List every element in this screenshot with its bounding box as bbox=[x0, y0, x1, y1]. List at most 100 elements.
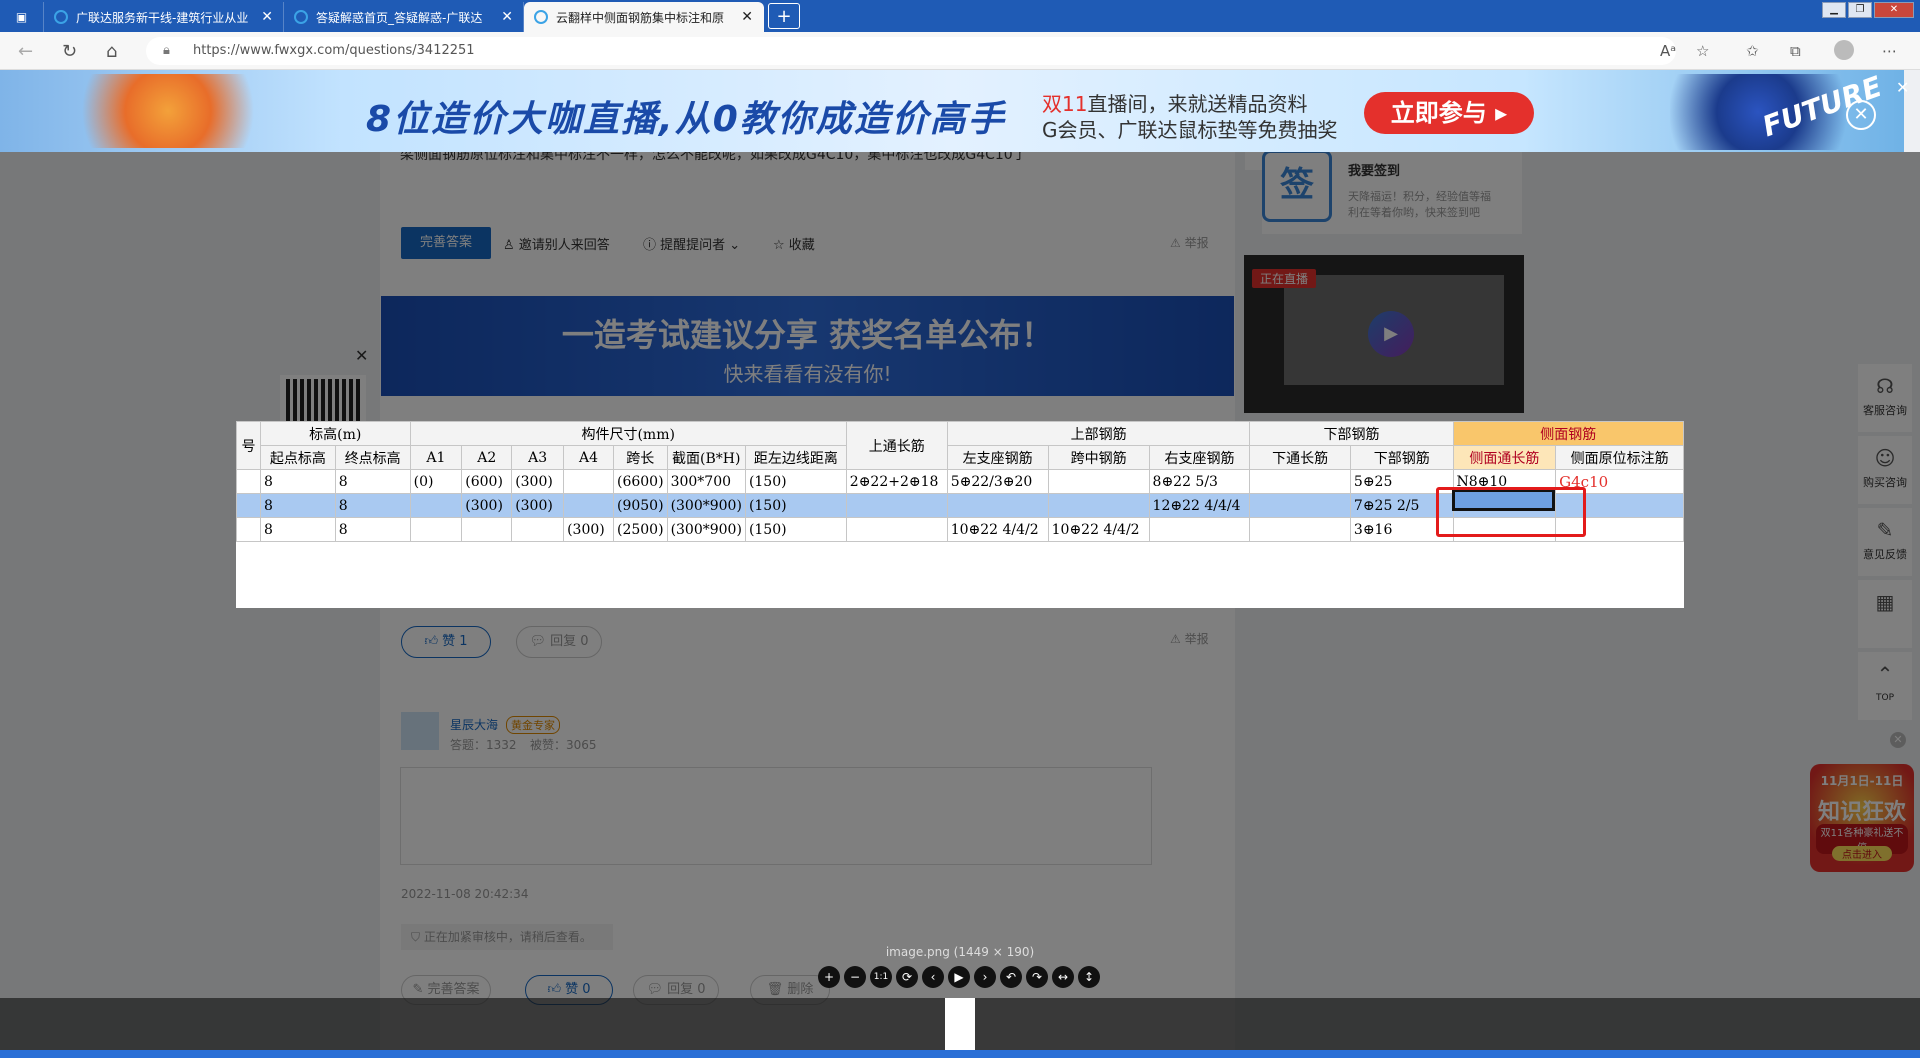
table-cell: 12⊕22 4/4/4 bbox=[1148, 493, 1251, 518]
rotate-right-icon[interactable]: ↷ bbox=[1026, 966, 1048, 988]
promo-banner[interactable]: FUTURE 8位造价大咖直播,从0教你成造价高手 双11直播间，来就送精品资料… bbox=[0, 70, 1904, 152]
table-cell: (6600) bbox=[613, 469, 668, 494]
close-icon[interactable]: ✕ bbox=[731, 9, 753, 25]
table-cell bbox=[946, 493, 1049, 518]
table-cell: (2500) bbox=[613, 517, 668, 542]
sub-header-cell: 截面(B*H) bbox=[666, 445, 746, 470]
close-icon[interactable]: ✕ bbox=[251, 9, 273, 25]
table-cell bbox=[1047, 469, 1150, 494]
tab-1[interactable]: 广联达服务新干线-建筑行业从业 ✕ bbox=[44, 2, 284, 32]
viewer-toolbar: + − 1:1 ⟳ ‹ ▶ › ↶ ↷ ↔ ↕ bbox=[818, 966, 1100, 988]
banner-illustration-left bbox=[30, 74, 260, 148]
table-cell: (0) bbox=[409, 469, 463, 494]
sub-header-cell: 距左边线距离 bbox=[744, 445, 847, 470]
new-tab-button[interactable]: + bbox=[768, 3, 800, 29]
refresh-icon[interactable]: ↻ bbox=[62, 41, 77, 62]
table-cell: (150) bbox=[744, 469, 847, 494]
zoom-in-icon[interactable]: + bbox=[818, 966, 840, 988]
table-cell: 8 bbox=[259, 517, 336, 542]
url-field[interactable]: 🔒︎ https://www.fwxgx.com/questions/34122… bbox=[146, 37, 1676, 65]
window-controls: ▁ ❐ ✕ bbox=[1822, 2, 1914, 18]
tab-actions-icon[interactable]: ▣ bbox=[0, 2, 44, 32]
table-cell: (300*900) bbox=[666, 517, 746, 542]
close-icon[interactable]: ✕ bbox=[491, 9, 513, 25]
table-cell: (9050) bbox=[613, 493, 668, 518]
table-cell: 5⊕22/3⊕20 bbox=[946, 469, 1049, 494]
image-thumbnail[interactable] bbox=[945, 998, 975, 1050]
table-cell: 8 bbox=[334, 517, 411, 542]
banner-join-button[interactable]: 立即参与 ▸ bbox=[1364, 92, 1534, 134]
home-icon[interactable]: ⌂ bbox=[106, 41, 117, 62]
site-icon bbox=[54, 10, 68, 24]
sub-header-cell: 左支座钢筋 bbox=[946, 445, 1049, 470]
table-cell bbox=[563, 469, 614, 494]
flip-vertical-icon[interactable]: ↕ bbox=[1078, 966, 1100, 988]
image-viewer[interactable]: 号 标高(m) 构件尺寸(mm) 上通长筋 上部钢筋 下部钢筋 侧面钢筋 起点标… bbox=[236, 421, 1685, 608]
table-cell: (300) bbox=[461, 493, 513, 518]
site-icon bbox=[534, 10, 548, 24]
tab-title: 云翻样中侧面钢筋集中标注和原 bbox=[556, 10, 725, 25]
table-cell: (300) bbox=[563, 517, 614, 542]
table-cell bbox=[409, 517, 463, 542]
table-cell bbox=[1249, 469, 1351, 494]
table-cell: 300*700 bbox=[666, 469, 746, 494]
header-cell: 上通长筋 bbox=[845, 421, 948, 470]
lock-icon: 🔒︎ bbox=[163, 43, 170, 58]
image-caption: image.png (1449 × 190) bbox=[885, 945, 1035, 959]
header-cell: 标高(m) bbox=[259, 421, 411, 446]
play-icon[interactable]: ▶ bbox=[948, 966, 970, 988]
table-cell: 10⊕22 4/4/2 bbox=[1047, 517, 1150, 542]
read-aloud-icon[interactable]: Aᵃ bbox=[1660, 42, 1676, 60]
minimize-button[interactable]: ▁ bbox=[1822, 2, 1846, 18]
sub-header-cell: 下通长筋 bbox=[1249, 445, 1351, 470]
favorite-add-icon[interactable]: ☆ bbox=[1696, 42, 1709, 60]
banner-close-icon[interactable]: ✕ bbox=[1896, 78, 1909, 97]
table-cell: (150) bbox=[744, 493, 847, 518]
collections-icon[interactable]: ⧉ bbox=[1790, 42, 1801, 60]
flip-horizontal-icon[interactable]: ↔ bbox=[1052, 966, 1074, 988]
next-icon[interactable]: › bbox=[974, 966, 996, 988]
thumbnail-strip bbox=[0, 998, 1920, 1050]
tab-bar: ▣ 广联达服务新干线-建筑行业从业 ✕ 答疑解惑首页_答疑解惑-广联达 ✕ 云翻… bbox=[0, 0, 1920, 32]
maximize-button[interactable]: ❐ bbox=[1848, 2, 1872, 18]
more-icon[interactable]: ⋯ bbox=[1882, 42, 1897, 60]
table-cell: (300) bbox=[511, 469, 565, 494]
site-icon bbox=[294, 10, 308, 24]
sub-header-cell: 跨长 bbox=[613, 445, 668, 470]
table-cell bbox=[1249, 493, 1351, 518]
rotate-left-icon[interactable]: ↶ bbox=[1000, 966, 1022, 988]
actual-size-icon[interactable]: 1:1 bbox=[870, 966, 892, 988]
header-cell: 上部钢筋 bbox=[946, 421, 1251, 446]
table-cell bbox=[511, 517, 565, 542]
table-cell bbox=[845, 493, 948, 518]
favorites-icon[interactable]: ✩ bbox=[1746, 42, 1759, 60]
tab-2[interactable]: 答疑解惑首页_答疑解惑-广联达 ✕ bbox=[284, 2, 524, 32]
table-cell bbox=[409, 493, 463, 518]
banner-headline: 8位造价大咖直播,从0教你成造价高手 bbox=[366, 99, 1006, 140]
zoom-out-icon[interactable]: − bbox=[844, 966, 866, 988]
back-icon[interactable]: ← bbox=[18, 41, 33, 62]
sub-header-cell: 侧面原位标注筋 bbox=[1555, 445, 1684, 470]
table-cell: (300*900) bbox=[666, 493, 746, 518]
window-close-button[interactable]: ✕ bbox=[1874, 2, 1914, 18]
table-cell bbox=[461, 517, 513, 542]
sub-header-cell: A3 bbox=[511, 445, 565, 470]
close-circle-icon[interactable]: ✕ bbox=[1846, 100, 1876, 130]
sub-header-cell: A1 bbox=[409, 445, 463, 470]
banner-line-2: G会员、广联达鼠标垫等免费抽奖 bbox=[1042, 118, 1338, 142]
sub-header-cell: A4 bbox=[563, 445, 614, 470]
reset-icon[interactable]: ⟳ bbox=[896, 966, 918, 988]
table-cell bbox=[236, 469, 261, 494]
sub-header-cell: 下部钢筋 bbox=[1349, 445, 1454, 470]
prev-icon[interactable]: ‹ bbox=[922, 966, 944, 988]
table-cell: 10⊕22 4/4/2 bbox=[946, 517, 1049, 542]
sub-header-cell: 跨中钢筋 bbox=[1047, 445, 1150, 470]
table-cell bbox=[236, 517, 261, 542]
sub-header-cell: A2 bbox=[461, 445, 513, 470]
tab-3-active[interactable]: 云翻样中侧面钢筋集中标注和原 ✕ bbox=[524, 2, 764, 32]
profile-avatar[interactable] bbox=[1834, 40, 1854, 60]
tab-title: 广联达服务新干线-建筑行业从业 bbox=[76, 10, 249, 25]
table-cell: (300) bbox=[511, 493, 565, 518]
table-cell: 8 bbox=[334, 469, 411, 494]
header-cell: 下部钢筋 bbox=[1249, 421, 1454, 446]
